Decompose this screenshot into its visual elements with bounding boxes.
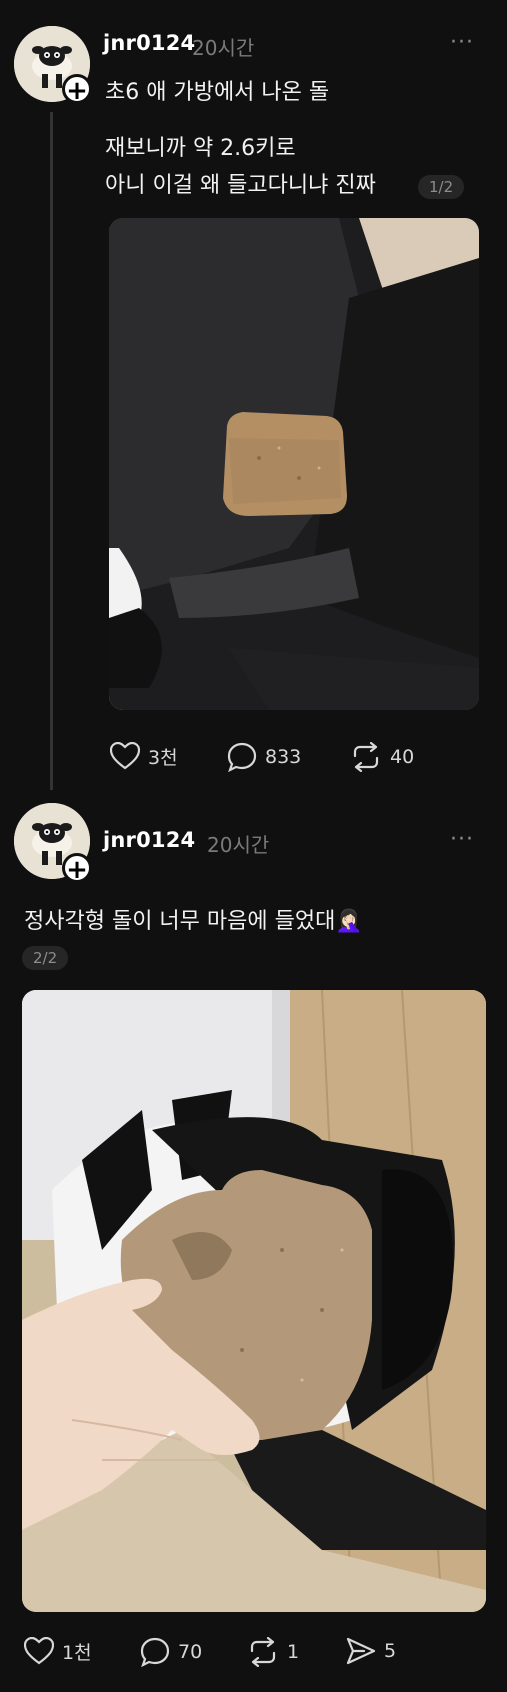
post-time: 20시간 bbox=[207, 833, 270, 857]
page-indicator: 2/2 bbox=[22, 946, 69, 970]
follow-plus-icon[interactable]: + bbox=[62, 853, 92, 884]
username[interactable]: jnr0124 bbox=[103, 31, 195, 55]
more-dots-icon[interactable]: ··· bbox=[450, 30, 474, 55]
heart-icon bbox=[110, 742, 140, 770]
like-button[interactable]: 1천 bbox=[24, 1637, 92, 1665]
username[interactable]: jnr0124 bbox=[103, 828, 195, 852]
follow-plus-icon[interactable]: + bbox=[62, 74, 92, 105]
post-text-line: 정사각형 돌이 너무 마음에 들었대🤦🏻‍♀️ bbox=[24, 909, 363, 934]
send-arrow-icon bbox=[346, 1637, 376, 1665]
post-photo[interactable] bbox=[109, 218, 479, 710]
repost-button[interactable]: 1 bbox=[247, 1637, 299, 1667]
like-button[interactable]: 3천 bbox=[110, 742, 178, 770]
like-count: 1천 bbox=[62, 1641, 92, 1664]
comment-bubble-icon bbox=[227, 742, 257, 772]
repost-arrows-icon bbox=[353, 742, 379, 772]
heart-icon bbox=[24, 1637, 54, 1665]
comment-button[interactable]: 833 bbox=[227, 742, 301, 772]
hand-holding-stone-photo bbox=[22, 990, 486, 1612]
share-count: 5 bbox=[384, 1640, 397, 1662]
post-text-line: 아니 이걸 왜 들고다니냐 진짜 bbox=[105, 173, 376, 198]
repost-count: 40 bbox=[390, 746, 415, 768]
repost-arrows-icon bbox=[250, 1637, 276, 1667]
comment-bubble-icon bbox=[140, 1637, 170, 1667]
comment-count: 833 bbox=[265, 746, 302, 768]
post-photo[interactable] bbox=[22, 990, 486, 1612]
page-indicator: 1/2 bbox=[418, 175, 465, 199]
backpack-stone-photo bbox=[109, 218, 479, 710]
comment-button[interactable]: 70 bbox=[140, 1637, 202, 1667]
comment-count: 70 bbox=[178, 1641, 203, 1663]
stone bbox=[223, 412, 347, 516]
post-time: 20시간 bbox=[192, 36, 255, 60]
post-text-line: 재보니까 약 2.6키로 bbox=[105, 136, 296, 161]
post-text-line: 초6 애 가방에서 나온 돌 bbox=[105, 80, 330, 105]
repost-count: 1 bbox=[287, 1641, 300, 1663]
like-count: 3천 bbox=[148, 746, 178, 769]
share-button[interactable]: 5 bbox=[346, 1637, 396, 1665]
more-dots-icon[interactable]: ··· bbox=[450, 827, 474, 852]
thread-line bbox=[50, 112, 53, 790]
repost-button[interactable]: 40 bbox=[350, 742, 414, 772]
